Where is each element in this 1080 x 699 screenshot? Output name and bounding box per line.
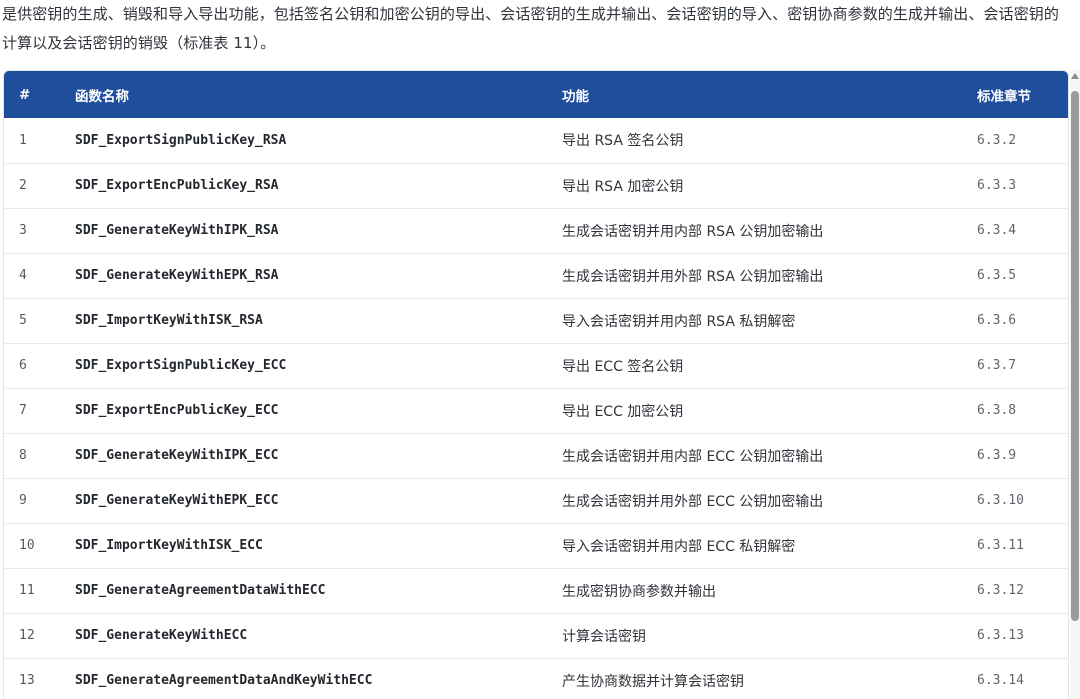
row-function-desc: 生成密钥协商参数并输出: [562, 583, 716, 600]
row-section: 6.3.8: [977, 403, 1017, 418]
row-section: 6.3.13: [977, 628, 1024, 643]
table-row: 7 SDF_ExportEncPublicKey_ECC 导出 ECC 加密公钥 6.…: [4, 388, 1068, 433]
row-number: 1: [19, 132, 27, 148]
scrollbar-thumb[interactable]: [1071, 91, 1079, 621]
row-function-desc: 生成会话密钥并用外部 ECC 公钥加密输出: [562, 493, 824, 510]
row-section: 6.3.4: [977, 223, 1017, 238]
row-function-desc: 生成会话密钥并用内部 RSA 公钥加密输出: [562, 223, 824, 240]
row-function-desc: 导出 ECC 签名公钥: [562, 358, 684, 375]
table-row: 2 SDF_ExportEncPublicKey_RSA 导出 RSA 加密公钥 6.…: [4, 163, 1068, 208]
functions-table-container: # 函数名称 功能 标准章节 1 SDF_ExportSignPublicKey_…: [3, 70, 1069, 699]
table-row: 11 SDF_GenerateAgreementDataWithECC 生成密钥协商…: [4, 568, 1068, 613]
row-section: 6.3.11: [977, 538, 1024, 553]
row-function-name: SDF_GenerateKeyWithEPK_RSA: [75, 268, 279, 283]
row-number: 10: [19, 538, 35, 553]
row-function-desc: 生成会话密钥并用内部 ECC 公钥加密输出: [562, 448, 824, 465]
row-section: 6.3.10: [977, 493, 1024, 508]
row-function-desc: 导出 ECC 加密公钥: [562, 403, 684, 420]
table-header: # 函数名称 功能 标准章节: [4, 71, 1068, 118]
row-function-name: SDF_GenerateKeyWithECC: [75, 628, 248, 643]
table-row: 12 SDF_GenerateKeyWithECC 计算会话密钥 6.3.13: [4, 613, 1068, 658]
row-function-name: SDF_GenerateAgreementDataAndKeyWithECC: [75, 673, 373, 688]
row-section: 6.3.12: [977, 583, 1024, 598]
row-number: 11: [19, 583, 35, 598]
row-function-name: SDF_ImportKeyWithISK_RSA: [75, 313, 263, 328]
table-row: 10 SDF_ImportKeyWithISK_ECC 导入会话密钥并用内部 ECC…: [4, 523, 1068, 568]
row-function-desc: 产生协商数据并计算会话密钥: [562, 673, 744, 690]
row-section: 6.3.3: [977, 178, 1017, 193]
header-function-name: 函数名称: [75, 88, 129, 105]
table-row: 4 SDF_GenerateKeyWithEPK_RSA 生成会话密钥并用外部 RS…: [4, 253, 1068, 298]
row-section: 6.3.14: [977, 673, 1024, 688]
table-body: 1 SDF_ExportSignPublicKey_RSA 导出 RSA 签名公钥 6…: [4, 118, 1068, 699]
row-function-name: SDF_ExportEncPublicKey_ECC: [75, 403, 279, 418]
row-number: 13: [19, 673, 35, 688]
table-header-row: # 函数名称 功能 标准章节: [4, 71, 1068, 118]
functions-table: # 函数名称 功能 标准章节 1 SDF_ExportSignPublicKey_…: [4, 71, 1068, 699]
row-number: 3: [19, 223, 27, 238]
table-row: 1 SDF_ExportSignPublicKey_RSA 导出 RSA 签名公钥 6…: [4, 118, 1068, 163]
header-num: #: [19, 86, 31, 103]
row-number: 8: [19, 448, 27, 463]
table-row: 6 SDF_ExportSignPublicKey_ECC 导出 ECC 签名公钥 6…: [4, 343, 1068, 388]
row-function-desc: 导出 RSA 签名公钥: [562, 133, 684, 150]
row-function-desc: 导入会话密钥并用内部 ECC 私钥解密: [562, 538, 796, 555]
row-function-desc: 生成会话密钥并用外部 RSA 公钥加密输出: [562, 268, 824, 285]
row-number: 12: [19, 628, 35, 643]
row-section: 6.3.9: [977, 448, 1017, 463]
row-number: 2: [19, 178, 27, 193]
intro-paragraph: 是供密钥的生成、销毁和导入导出功能，包括签名公钥和加密公钥的导出、会话密钥的生成…: [2, 5, 1060, 52]
row-function-name: SDF_GenerateKeyWithIPK_RSA: [75, 223, 279, 238]
row-section: 6.3.5: [977, 268, 1017, 283]
header-function-desc: 功能: [562, 88, 589, 105]
row-function-name: SDF_ExportSignPublicKey_RSA: [75, 132, 287, 148]
table-row: 9 SDF_GenerateKeyWithEPK_ECC 生成会话密钥并用外部 EC…: [4, 478, 1068, 523]
row-function-desc: 计算会话密钥: [562, 628, 646, 645]
row-number: 4: [19, 268, 27, 283]
row-function-name: SDF_GenerateKeyWithIPK_ECC: [75, 448, 279, 463]
row-function-desc: 导入会话密钥并用内部 RSA 私钥解密: [562, 313, 796, 330]
row-function-name: SDF_ExportEncPublicKey_RSA: [75, 178, 279, 193]
table-row: 5 SDF_ImportKeyWithISK_RSA 导入会话密钥并用内部 RSA …: [4, 298, 1068, 343]
row-section: 6.3.6: [977, 313, 1017, 328]
row-function-name: SDF_GenerateKeyWithEPK_ECC: [75, 493, 279, 508]
row-function-name: SDF_GenerateAgreementDataWithECC: [75, 583, 326, 598]
scroll-up-arrow-icon[interactable]: [1071, 73, 1079, 79]
row-number: 9: [19, 493, 27, 508]
table-row: 3 SDF_GenerateKeyWithIPK_RSA 生成会话密钥并用内部 RS…: [4, 208, 1068, 253]
row-function-name: SDF_ExportSignPublicKey_ECC: [75, 358, 287, 373]
row-number: 6: [19, 358, 27, 373]
row-function-desc: 导出 RSA 加密公钥: [562, 178, 684, 195]
row-number: 7: [19, 403, 27, 418]
row-section: 6.3.7: [977, 358, 1017, 373]
row-section: 6.3.2: [977, 132, 1017, 148]
table-row: 8 SDF_GenerateKeyWithIPK_ECC 生成会话密钥并用内部 EC…: [4, 433, 1068, 478]
table-row: 13 SDF_GenerateAgreementDataAndKeyWithECC…: [4, 658, 1068, 699]
row-function-name: SDF_ImportKeyWithISK_ECC: [75, 538, 263, 553]
row-number: 5: [19, 313, 27, 328]
header-section: 标准章节: [977, 88, 1031, 105]
